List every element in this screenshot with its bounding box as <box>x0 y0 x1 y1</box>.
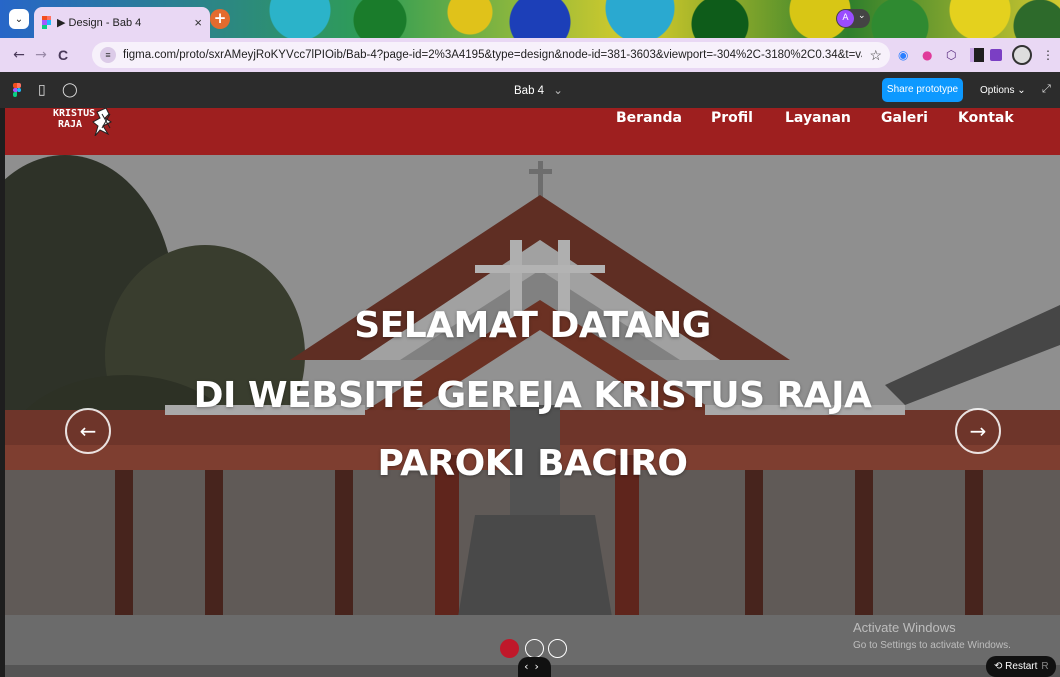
share-prototype-button[interactable]: Share prototype <box>882 78 963 102</box>
reload-button[interactable]: C <box>52 47 74 63</box>
comment-icon[interactable]: ◯ <box>62 81 78 98</box>
omnibox[interactable]: ≡ figma.com/proto/sxrAMeyjRoKYVcc7lPIOib… <box>92 42 890 68</box>
star-icon[interactable]: ☆ <box>869 47 882 64</box>
tab-search-dropdown[interactable]: ⌄ <box>9 9 29 29</box>
nav-galeri[interactable]: Galeri <box>881 110 928 126</box>
logo-line1: KRISTUS <box>53 108 96 119</box>
options-menu-button[interactable]: Options ⌄ <box>980 85 1026 96</box>
sidebar-icon[interactable]: ▯ <box>38 81 46 98</box>
chevron-down-icon: ⌄ <box>553 85 563 97</box>
search-extension-icon[interactable]: ◉ <box>898 46 908 64</box>
restart-shortcut: R <box>1041 661 1049 672</box>
chevron-down-icon: ⌄ <box>858 11 866 21</box>
document-title-text: Bab 4 <box>514 85 545 97</box>
expand-icon[interactable]: ⤢ <box>1042 82 1051 96</box>
hero-headline-line1: SELAMAT DATANG <box>354 305 711 346</box>
forward-button[interactable]: → <box>30 47 52 63</box>
slider-dot-3[interactable] <box>548 639 567 658</box>
hero-slider: SELAMAT DATANG DI WEBSITE GEREJA KRISTUS… <box>5 155 1060 677</box>
collaborator-menu[interactable]: A ⌄ <box>836 9 870 28</box>
activate-windows-title: Activate Windows <box>853 620 956 635</box>
prototype-canvas: KRISTUS RAJA Beranda Profil Layanan Gale… <box>0 108 1060 677</box>
prototype-pager[interactable]: ‹› <box>518 657 551 677</box>
nav-layanan[interactable]: Layanan <box>785 110 851 126</box>
sidebar-panel-icon[interactable] <box>970 48 984 62</box>
browser-tab[interactable]: ▶ Design - Bab 4 × <box>34 7 210 38</box>
slider-dot-2[interactable] <box>525 639 544 658</box>
document-title[interactable]: Bab 4 ⌄ <box>514 83 563 97</box>
extension-square-icon[interactable] <box>990 49 1002 61</box>
christ-king-logo-icon <box>92 108 112 136</box>
site-logo[interactable]: KRISTUS RAJA <box>53 108 133 148</box>
slider-prev-button[interactable]: ← <box>65 408 111 454</box>
avatar: A <box>837 10 854 27</box>
logo-line2: RAJA <box>57 119 83 130</box>
nav-kontak[interactable]: Kontak <box>958 110 1014 126</box>
tab-title: ▶ Design - Bab 4 <box>57 17 142 29</box>
puzzle-icon[interactable]: ⬡ <box>946 46 956 64</box>
figma-favicon-icon <box>42 16 51 29</box>
hero-headline-line2: DI WEBSITE GEREJA KRISTUS RAJA <box>193 375 872 416</box>
url-text[interactable]: figma.com/proto/sxrAMeyjRoKYVcc7lPIOib/B… <box>123 49 862 61</box>
nav-beranda[interactable]: Beranda <box>616 110 682 126</box>
menu-kebab-icon[interactable]: ⋮ <box>1042 46 1054 64</box>
activate-windows-subtitle: Go to Settings to activate Windows. <box>853 640 1011 651</box>
slider-next-button[interactable]: → <box>955 408 1001 454</box>
church-photo <box>5 155 1060 677</box>
restart-button[interactable]: ⟲ Restart R <box>986 656 1056 677</box>
logo-wordmark: KRISTUS RAJA <box>53 108 96 130</box>
site-info-icon[interactable]: ≡ <box>100 47 116 63</box>
slider-dot-1[interactable] <box>500 639 519 658</box>
back-button[interactable]: ← <box>8 47 30 63</box>
extension-icon[interactable]: ● <box>922 46 932 64</box>
site-header: KRISTUS RAJA Beranda Profil Layanan Gale… <box>5 108 1060 155</box>
nav-profil[interactable]: Profil <box>711 110 753 126</box>
restart-label: ⟲ Restart <box>994 661 1038 672</box>
figma-logo-icon[interactable] <box>13 83 21 97</box>
profile-avatar[interactable] <box>1012 45 1032 65</box>
hero-headline-line3: PAROKI BACIRO <box>377 443 688 484</box>
tab-close-icon[interactable]: × <box>194 15 202 30</box>
new-tab-button[interactable]: + <box>210 9 230 29</box>
